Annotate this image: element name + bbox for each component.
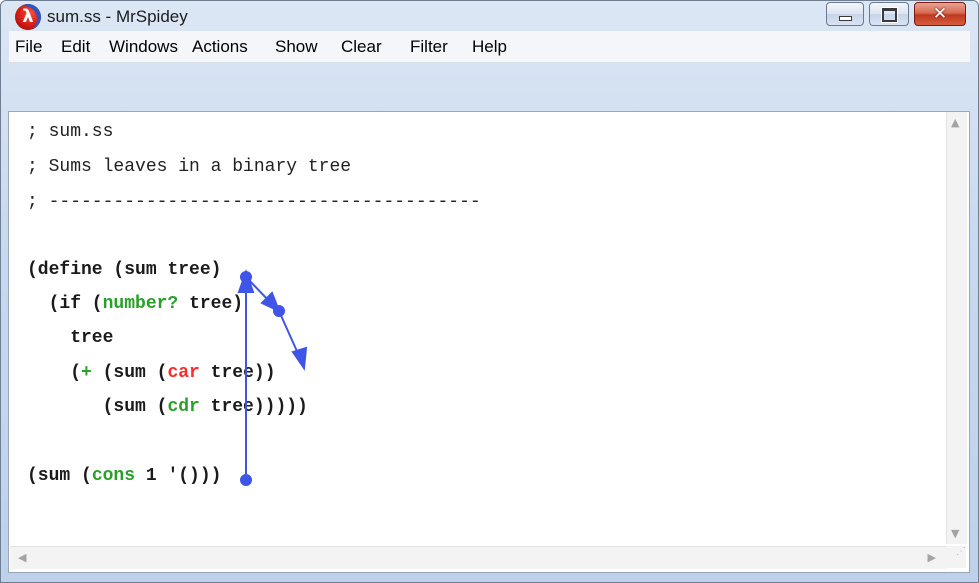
resize-grip-icon[interactable]: ⋰ xyxy=(946,546,966,568)
number-pred-token[interactable]: number? xyxy=(103,294,179,314)
comment-line-2: ; Sums leaves in a binary tree xyxy=(27,157,352,177)
code-text: 1 xyxy=(135,466,168,486)
close-button[interactable]: ✕ xyxy=(914,2,966,26)
menu-actions[interactable]: Actions xyxy=(192,37,248,57)
tree-token[interactable]: tree xyxy=(211,363,254,383)
car-token[interactable]: car xyxy=(167,363,199,383)
menu-clear[interactable]: Clear xyxy=(341,37,382,57)
maximize-button[interactable] xyxy=(869,2,909,26)
code-text: (sum ( xyxy=(91,363,168,383)
minimize-icon xyxy=(827,3,863,25)
code-text: (if ( xyxy=(27,294,103,314)
scroll-right-icon[interactable]: ▶ xyxy=(928,551,936,564)
code-text: ( xyxy=(27,363,82,383)
menu-edit[interactable]: Edit xyxy=(61,37,90,57)
plus-token[interactable]: + xyxy=(81,363,92,383)
code-line-define: (define (sum tree) xyxy=(27,260,221,280)
window-title: sum.ss - MrSpidey xyxy=(47,7,188,26)
code-text: ) xyxy=(232,294,244,314)
quote-token[interactable]: ' xyxy=(167,466,178,486)
scroll-left-icon[interactable]: ◀ xyxy=(18,551,26,564)
menu-help[interactable]: Help xyxy=(472,37,507,57)
scroll-up-icon[interactable]: ▲ xyxy=(951,116,959,129)
menu-windows[interactable]: Windows xyxy=(109,37,178,57)
code-text: (define (sum xyxy=(27,260,168,280)
comment-line-1: ; sum.ss xyxy=(27,122,114,142)
code-text: (sum ( xyxy=(27,466,92,486)
vertical-scrollbar[interactable]: ▲ ▼ xyxy=(946,112,967,544)
cons-token[interactable]: cons xyxy=(92,466,135,486)
code-text: tree))))) xyxy=(199,397,308,417)
scroll-down-icon[interactable]: ▼ xyxy=(951,527,959,540)
code-line-call: (sum (cons 1 '())) xyxy=(27,466,221,486)
code-text: )) xyxy=(253,363,276,383)
menu-file[interactable]: File xyxy=(15,37,42,57)
code-line-cdr: (sum (cdr tree))))) xyxy=(27,397,308,417)
cdr-token[interactable]: cdr xyxy=(167,397,199,417)
horizontal-scrollbar[interactable]: ◀ ▶ xyxy=(10,546,946,569)
code-text: (sum ( xyxy=(27,397,168,417)
code-line-tree: tree xyxy=(27,328,114,348)
menu-bar: File Edit Windows Actions Show Clear Fil… xyxy=(9,31,970,63)
menu-filter[interactable]: Filter xyxy=(410,37,448,57)
title-bar[interactable]: λ sum.ss - MrSpidey ✕ xyxy=(1,1,978,31)
comment-line-3: ; --------------------------------------… xyxy=(27,192,481,212)
maximize-icon xyxy=(870,3,908,25)
tree-param-token[interactable]: tree xyxy=(167,260,210,280)
code-line-plus: (+ (sum (car tree)) xyxy=(27,363,276,383)
tree-token[interactable]: tree xyxy=(189,294,232,314)
racket-lambda-icon: λ xyxy=(15,4,41,30)
menu-show[interactable]: Show xyxy=(275,37,318,57)
close-icon: ✕ xyxy=(932,4,948,24)
code-text: ())) xyxy=(178,466,222,486)
minimize-button[interactable] xyxy=(826,2,864,26)
code-line-if: (if (number? tree) xyxy=(27,294,244,314)
code-editor[interactable]: ; sum.ss ; Sums leaves in a binary tree … xyxy=(10,112,942,544)
code-text: ) xyxy=(210,260,222,280)
